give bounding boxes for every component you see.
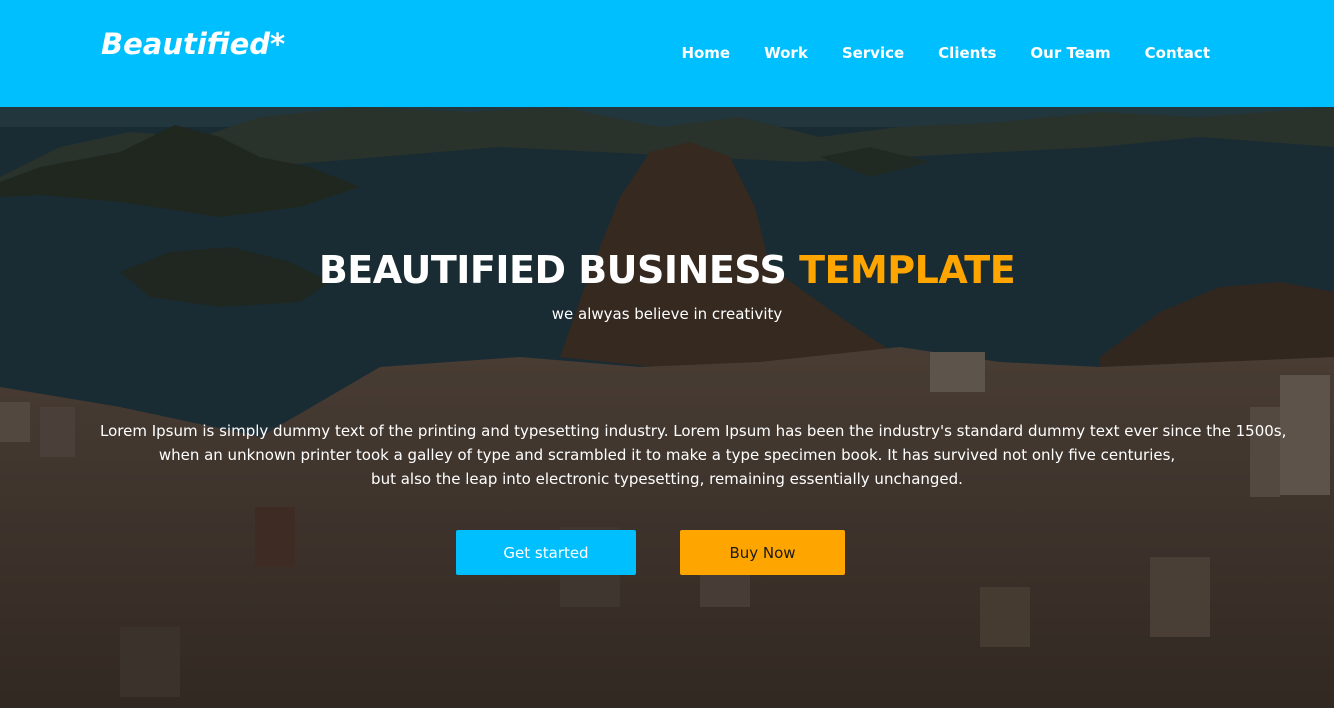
navbar: Beautified* Home Work Service Clients Ou… xyxy=(0,0,1334,107)
hero-title-main: BEAUTIFIED BUSINESS xyxy=(318,248,787,292)
hero-description-line: when an unknown printer took a galley of… xyxy=(158,446,1176,464)
nav-work[interactable]: Work xyxy=(764,44,808,62)
nav-our-team[interactable]: Our Team xyxy=(1030,44,1110,62)
get-started-button[interactable]: Get started xyxy=(456,530,636,575)
nav-home[interactable]: Home xyxy=(681,44,730,62)
main-nav: Home Work Service Clients Our Team Conta… xyxy=(647,43,1210,62)
hero-overlay xyxy=(0,107,1334,708)
buy-now-button[interactable]: Buy Now xyxy=(680,530,845,575)
logo[interactable]: Beautified* xyxy=(101,27,285,61)
nav-clients[interactable]: Clients xyxy=(938,44,996,62)
nav-contact[interactable]: Contact xyxy=(1145,44,1210,62)
hero-description-line: but also the leap into electronic typese… xyxy=(371,470,963,488)
hero-title-accent: TEMPLATE xyxy=(799,248,1016,292)
hero-section: BEAUTIFIED BUSINESS TEMPLATE we alwyas b… xyxy=(0,107,1334,708)
hero-description-line: Lorem Ipsum is simply dummy text of the … xyxy=(100,422,1287,440)
hero-description: Lorem Ipsum is simply dummy text of the … xyxy=(100,419,1287,491)
hero-tagline: we alwyas believe in creativity xyxy=(551,305,783,323)
nav-service[interactable]: Service xyxy=(842,44,904,62)
hero-title: BEAUTIFIED BUSINESS TEMPLATE xyxy=(0,248,1334,292)
